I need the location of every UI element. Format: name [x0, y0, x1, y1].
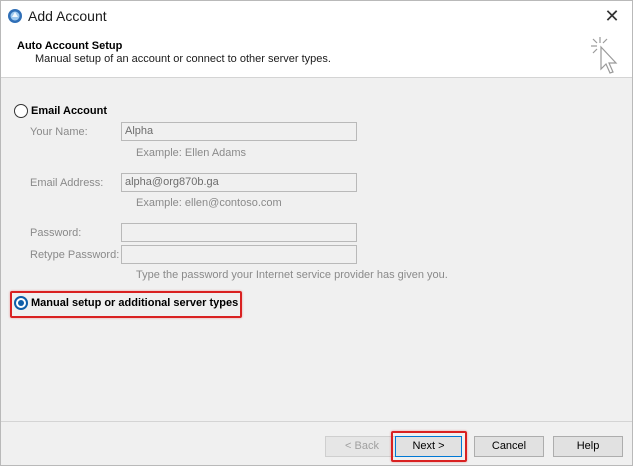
your-name-field[interactable]: Alpha — [121, 122, 357, 141]
your-name-example: Example: Ellen Adams — [136, 147, 247, 159]
manual-setup-radio[interactable] — [14, 296, 28, 310]
email-account-label: Email Account — [31, 105, 107, 117]
next-button[interactable]: Next > — [395, 436, 462, 457]
retype-password-label: Retype Password: — [30, 249, 120, 261]
outlook-app-icon — [8, 9, 22, 23]
header-subtitle: Manual setup of an account or connect to… — [35, 53, 331, 65]
add-account-dialog: Add Account ✕ Auto Account Setup Manual … — [0, 0, 633, 466]
close-button[interactable]: ✕ — [592, 1, 632, 31]
window-title: Add Account — [28, 8, 107, 24]
manual-setup-label[interactable]: Manual setup or additional server types — [31, 297, 238, 309]
email-account-radio[interactable] — [14, 104, 28, 118]
back-button[interactable]: < Back — [325, 436, 399, 457]
header-title: Auto Account Setup — [17, 40, 123, 52]
header-band: Auto Account Setup Manual setup of an ac… — [1, 31, 632, 78]
email-address-label: Email Address: — [30, 177, 104, 189]
cursor-sparkle-icon — [591, 37, 618, 74]
email-address-field[interactable]: alpha@org870b.ga — [121, 173, 357, 192]
cancel-button[interactable]: Cancel — [474, 436, 544, 457]
password-hint: Type the password your Internet service … — [136, 269, 448, 281]
footer-divider — [1, 421, 632, 422]
email-address-example: Example: ellen@contoso.com — [136, 197, 282, 209]
your-name-label: Your Name: — [30, 126, 88, 138]
close-icon: ✕ — [604, 6, 620, 26]
title-bar: Add Account ✕ — [1, 1, 632, 31]
retype-password-field[interactable] — [121, 245, 357, 264]
help-button[interactable]: Help — [553, 436, 623, 457]
password-label: Password: — [30, 227, 82, 239]
password-field[interactable] — [121, 223, 357, 242]
